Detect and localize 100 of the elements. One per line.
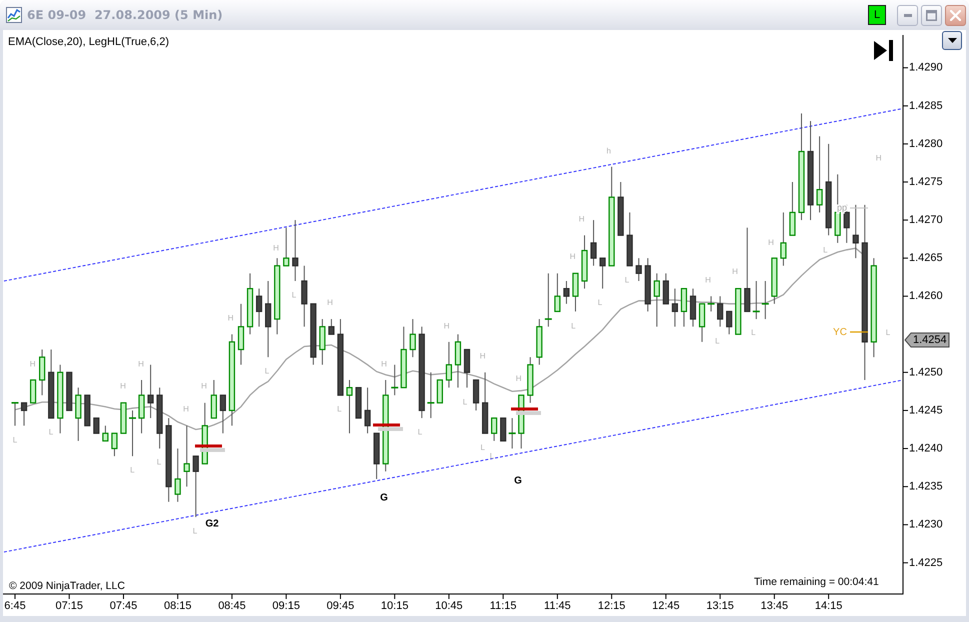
leg-label: H bbox=[578, 214, 585, 224]
candlestick bbox=[192, 456, 199, 518]
candlestick bbox=[852, 204, 859, 259]
time-label: 13:15 bbox=[706, 600, 734, 612]
candlestick bbox=[256, 288, 262, 328]
candlestick bbox=[726, 310, 732, 335]
leg-label: H bbox=[444, 322, 450, 330]
time-label: 10:15 bbox=[380, 600, 408, 612]
maximize-icon bbox=[926, 10, 937, 20]
price-label: 1.4225 bbox=[909, 556, 943, 569]
leg-label: L bbox=[130, 466, 135, 474]
leg-label: H bbox=[183, 404, 189, 414]
leg-label: L bbox=[886, 328, 890, 338]
candlestick bbox=[184, 425, 190, 488]
close-button[interactable] bbox=[945, 4, 966, 26]
candlestick bbox=[346, 379, 353, 434]
candlestick bbox=[39, 349, 46, 396]
time-remaining-text: Time remaining = 00:04:41 bbox=[754, 576, 879, 588]
leg-label: L bbox=[192, 526, 198, 536]
leg-label: H bbox=[876, 154, 882, 162]
candlestick bbox=[780, 212, 786, 266]
price-label: 1.4290 bbox=[909, 62, 943, 74]
minimize-button[interactable] bbox=[897, 4, 918, 26]
candlestick bbox=[364, 387, 371, 434]
time-label: 08:15 bbox=[164, 600, 192, 612]
candlestick bbox=[500, 417, 506, 442]
time-label: 13:45 bbox=[760, 600, 788, 612]
candlestick bbox=[148, 364, 154, 419]
window-title: 6E 09-09 27.08.2009 (5 Min) bbox=[27, 8, 224, 22]
candlestick bbox=[210, 379, 217, 419]
candlestick bbox=[75, 387, 82, 442]
price-label: 1.4275 bbox=[909, 176, 943, 188]
candlestick bbox=[572, 272, 579, 312]
minimize-icon bbox=[904, 14, 912, 16]
candlestick bbox=[554, 272, 560, 312]
price-label: 1.4230 bbox=[909, 518, 943, 531]
candlestick bbox=[654, 272, 660, 328]
price-label: 1.4270 bbox=[909, 214, 943, 226]
candlestick bbox=[138, 379, 145, 434]
candlestick bbox=[174, 448, 181, 502]
caret-icon bbox=[948, 38, 956, 43]
candlestick bbox=[690, 288, 696, 328]
leg-label: L bbox=[823, 246, 828, 254]
signal-label: G bbox=[380, 492, 388, 504]
candlestick bbox=[590, 220, 597, 266]
candlestick bbox=[454, 334, 462, 388]
candlestick bbox=[717, 296, 724, 328]
time-label: 07:15 bbox=[55, 600, 83, 612]
price-label: 1.4280 bbox=[909, 138, 943, 150]
time-label: 12:45 bbox=[652, 600, 680, 612]
candlestick bbox=[30, 379, 36, 404]
signal-marker bbox=[195, 444, 225, 452]
leg-label: L bbox=[48, 428, 54, 436]
leg-label: L bbox=[462, 398, 468, 406]
candlestick bbox=[446, 341, 452, 388]
last-price-tag: 1.4254 bbox=[904, 332, 950, 348]
leg-label: H bbox=[480, 352, 486, 360]
time-label: 11:45 bbox=[544, 600, 571, 612]
candlestick bbox=[111, 432, 118, 457]
candlestick bbox=[328, 318, 334, 335]
dropdown-button[interactable] bbox=[942, 31, 962, 50]
maximize-button[interactable] bbox=[921, 4, 942, 26]
candlestick bbox=[301, 265, 308, 328]
skip-to-end-icon[interactable] bbox=[874, 40, 893, 61]
close-icon bbox=[950, 10, 961, 20]
time-label: 10:45 bbox=[435, 600, 463, 612]
copyright-text: © 2009 NinjaTrader, LLC bbox=[9, 580, 125, 592]
yc-line bbox=[850, 331, 868, 333]
time-label: 09:15 bbox=[272, 600, 300, 612]
leg-label: L bbox=[337, 404, 342, 414]
time-label: 11:15 bbox=[490, 600, 517, 612]
leg-label: L bbox=[292, 290, 296, 300]
price-label: 1.4265 bbox=[909, 252, 943, 264]
candlestick bbox=[563, 280, 570, 304]
candlestick bbox=[472, 379, 480, 411]
price-label: 1.4250 bbox=[909, 366, 943, 378]
leg-label: H bbox=[30, 360, 36, 368]
signal-label: G2 bbox=[205, 518, 219, 530]
candlestick bbox=[600, 258, 606, 290]
price-label: 1.4285 bbox=[909, 100, 943, 112]
candlestick bbox=[789, 181, 796, 236]
leg-label: H bbox=[732, 267, 738, 276]
leg-label: H bbox=[201, 382, 207, 390]
leg-label: L bbox=[418, 428, 422, 436]
candlestick bbox=[491, 417, 498, 442]
candlestick bbox=[410, 318, 416, 358]
candlestick bbox=[744, 227, 750, 312]
leg-label: H bbox=[570, 252, 576, 262]
leg-label: L bbox=[12, 436, 18, 444]
yc-label: YC bbox=[833, 327, 847, 338]
status-indicator: L bbox=[868, 5, 886, 25]
candlestick bbox=[464, 348, 470, 388]
leg-label: H bbox=[516, 374, 522, 384]
candlestick bbox=[292, 220, 298, 282]
time-label: 14:15 bbox=[814, 600, 842, 612]
candlestick bbox=[698, 303, 706, 342]
leg-label: L bbox=[480, 442, 485, 452]
leg-label: H bbox=[138, 360, 144, 368]
price-label: 1.4240 bbox=[909, 442, 943, 455]
leg-label: H bbox=[768, 238, 774, 247]
